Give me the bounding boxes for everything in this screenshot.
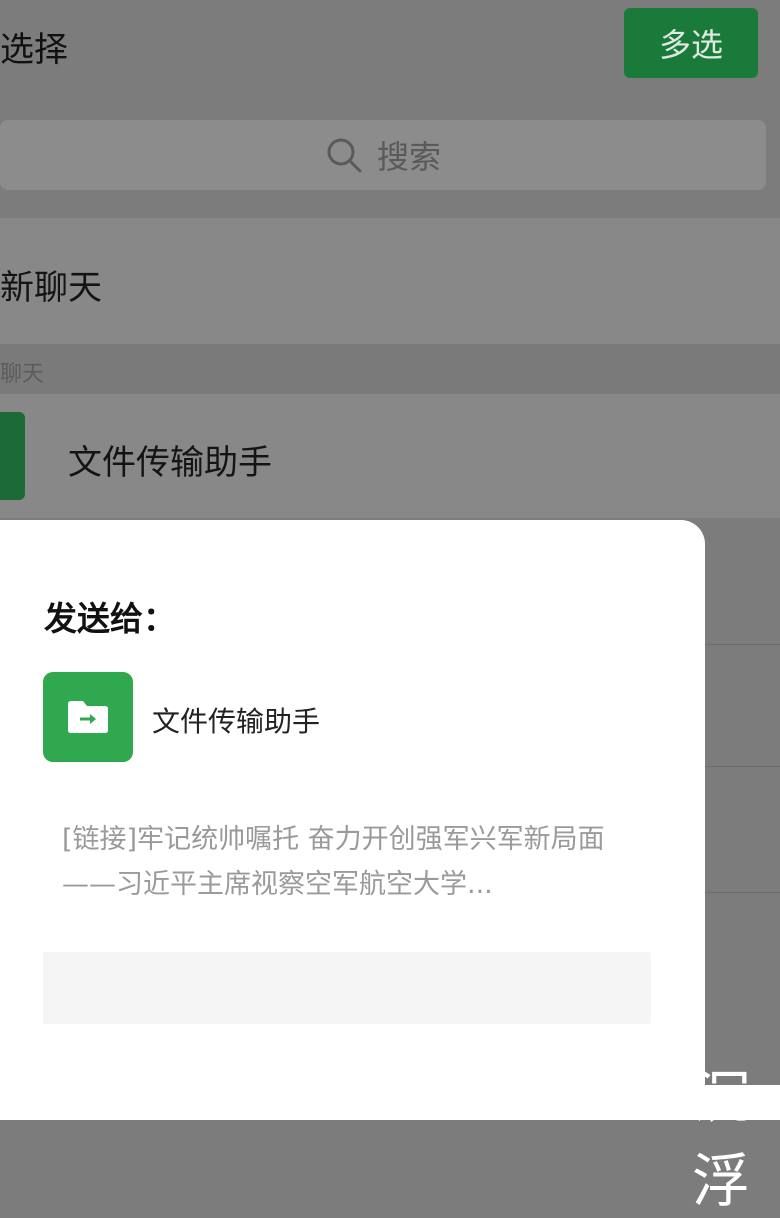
folder-arrow-icon [68, 701, 108, 733]
section-label: 聊天 [0, 362, 45, 387]
search-icon [327, 138, 362, 173]
divider [700, 644, 780, 645]
search-input[interactable]: 搜索 [0, 120, 766, 190]
recipient-avatar [43, 672, 133, 762]
search-placeholder: 搜索 [376, 138, 441, 176]
list-item-name: 文件传输助手 [68, 443, 272, 483]
multi-select-button[interactable]: 多选 [624, 8, 758, 78]
message-input[interactable] [43, 952, 651, 1024]
new-chat-label: 新聊天 [0, 268, 102, 308]
bottom-strip [0, 1085, 780, 1120]
avatar [0, 412, 25, 500]
dialog-title: 发送给： [44, 599, 176, 638]
section-header [0, 344, 780, 394]
page-title: 选择 [0, 30, 68, 70]
divider [700, 892, 780, 893]
message-preview: [链接]牢记统帅嘱托 奋力开创强军兴军新局面——习近平主席视察空军航空大学... [62, 824, 605, 900]
recipient-name: 文件传输助手 [152, 705, 321, 738]
new-chat-row[interactable] [0, 218, 780, 344]
divider [700, 766, 780, 767]
watermark: 沉浮 [692, 1063, 753, 1215]
